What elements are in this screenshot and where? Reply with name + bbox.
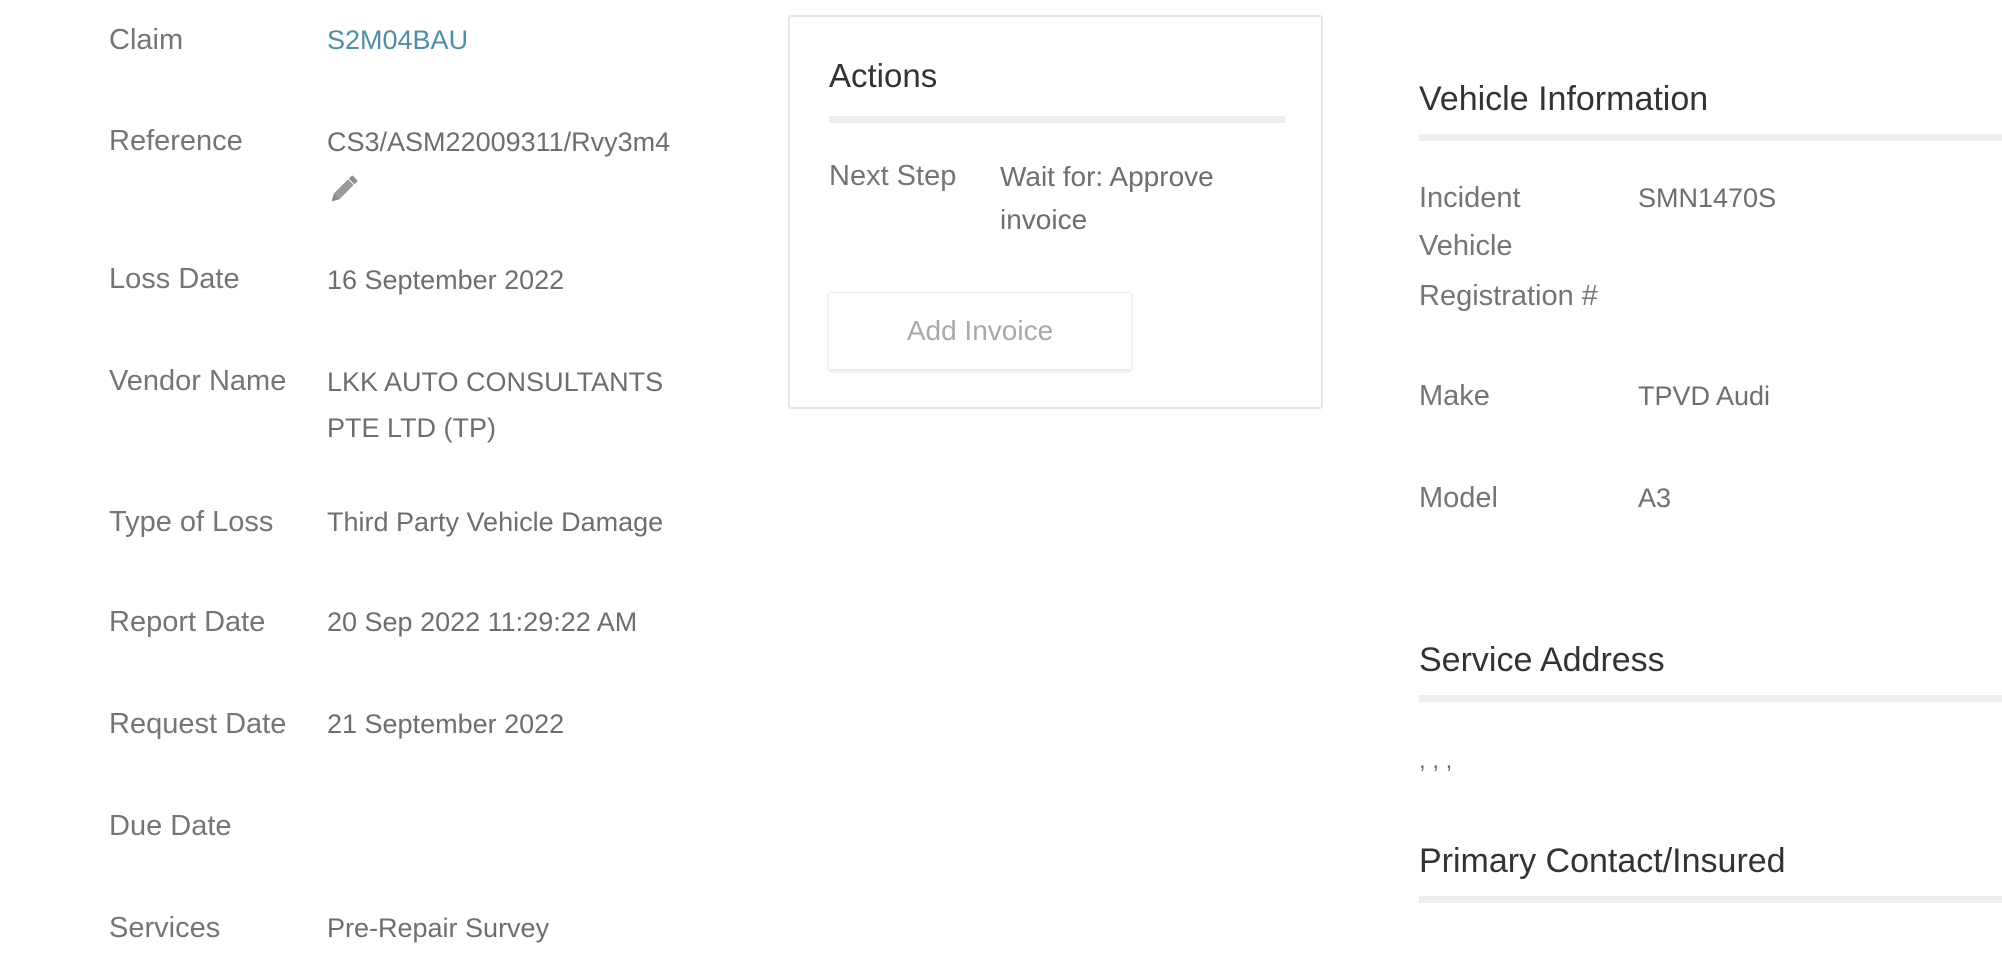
type-of-loss-value: Third Party Vehicle Damage	[327, 507, 664, 537]
edit-pencil-icon[interactable]	[325, 172, 361, 208]
vendor-name-value-line1: LKK AUTO CONSULTANTS	[327, 367, 664, 397]
add-invoice-button[interactable]: Add Invoice	[828, 292, 1132, 370]
claim-number-link[interactable]: S2M04BAU	[327, 18, 468, 63]
actions-title: Actions	[829, 57, 938, 94]
make-value: TPVD Audi	[1638, 381, 1771, 411]
registration-value: SMN1470S	[1638, 183, 1777, 213]
reference-label: Reference	[109, 125, 243, 157]
registration-label-line3: Registration #	[1419, 280, 1598, 312]
model-value: A3	[1638, 483, 1672, 513]
service-address-divider	[1419, 695, 2002, 702]
loss-date-label: Loss Date	[109, 263, 240, 295]
type-of-loss-label: Type of Loss	[109, 506, 274, 538]
vehicle-information-divider	[1419, 134, 2002, 141]
actions-title-divider	[829, 116, 1285, 123]
registration-label-line1: Incident	[1419, 182, 1521, 214]
actions-card: Actions Next Step Wait for: Approve invo…	[788, 15, 1323, 409]
next-step-value-line1: Wait for: Approve	[1000, 161, 1214, 192]
request-date-value: 21 September 2022	[327, 709, 565, 739]
report-date-value: 20 Sep 2022 11:29:22 AM	[327, 607, 638, 637]
services-label: Services	[109, 912, 221, 944]
request-date-label: Request Date	[109, 708, 287, 740]
claim-label: Claim	[109, 24, 184, 56]
service-address-title: Service Address	[1419, 641, 1665, 679]
registration-label-line2: Vehicle	[1419, 230, 1513, 262]
next-step-label: Next Step	[829, 160, 957, 192]
next-step-value: Wait for: Approve invoice	[1000, 155, 1260, 241]
service-address-value: , , ,	[1419, 747, 1453, 774]
vendor-name-label: Vendor Name	[109, 365, 287, 397]
vehicle-information-title: Vehicle Information	[1419, 80, 1709, 118]
vendor-name-value-line2: PTE LTD (TP)	[327, 413, 497, 443]
next-step-value-line2: invoice	[1000, 204, 1088, 235]
primary-contact-divider	[1419, 896, 2002, 903]
report-date-label: Report Date	[109, 606, 266, 638]
services-value: Pre-Repair Survey	[327, 913, 550, 943]
primary-contact-title: Primary Contact/Insured	[1419, 842, 1786, 880]
make-label: Make	[1419, 380, 1490, 412]
model-label: Model	[1419, 482, 1498, 514]
loss-date-value: 16 September 2022	[327, 265, 565, 295]
due-date-label: Due Date	[109, 810, 232, 842]
reference-value: CS3/ASM22009311/Rvy3m4	[327, 127, 671, 157]
